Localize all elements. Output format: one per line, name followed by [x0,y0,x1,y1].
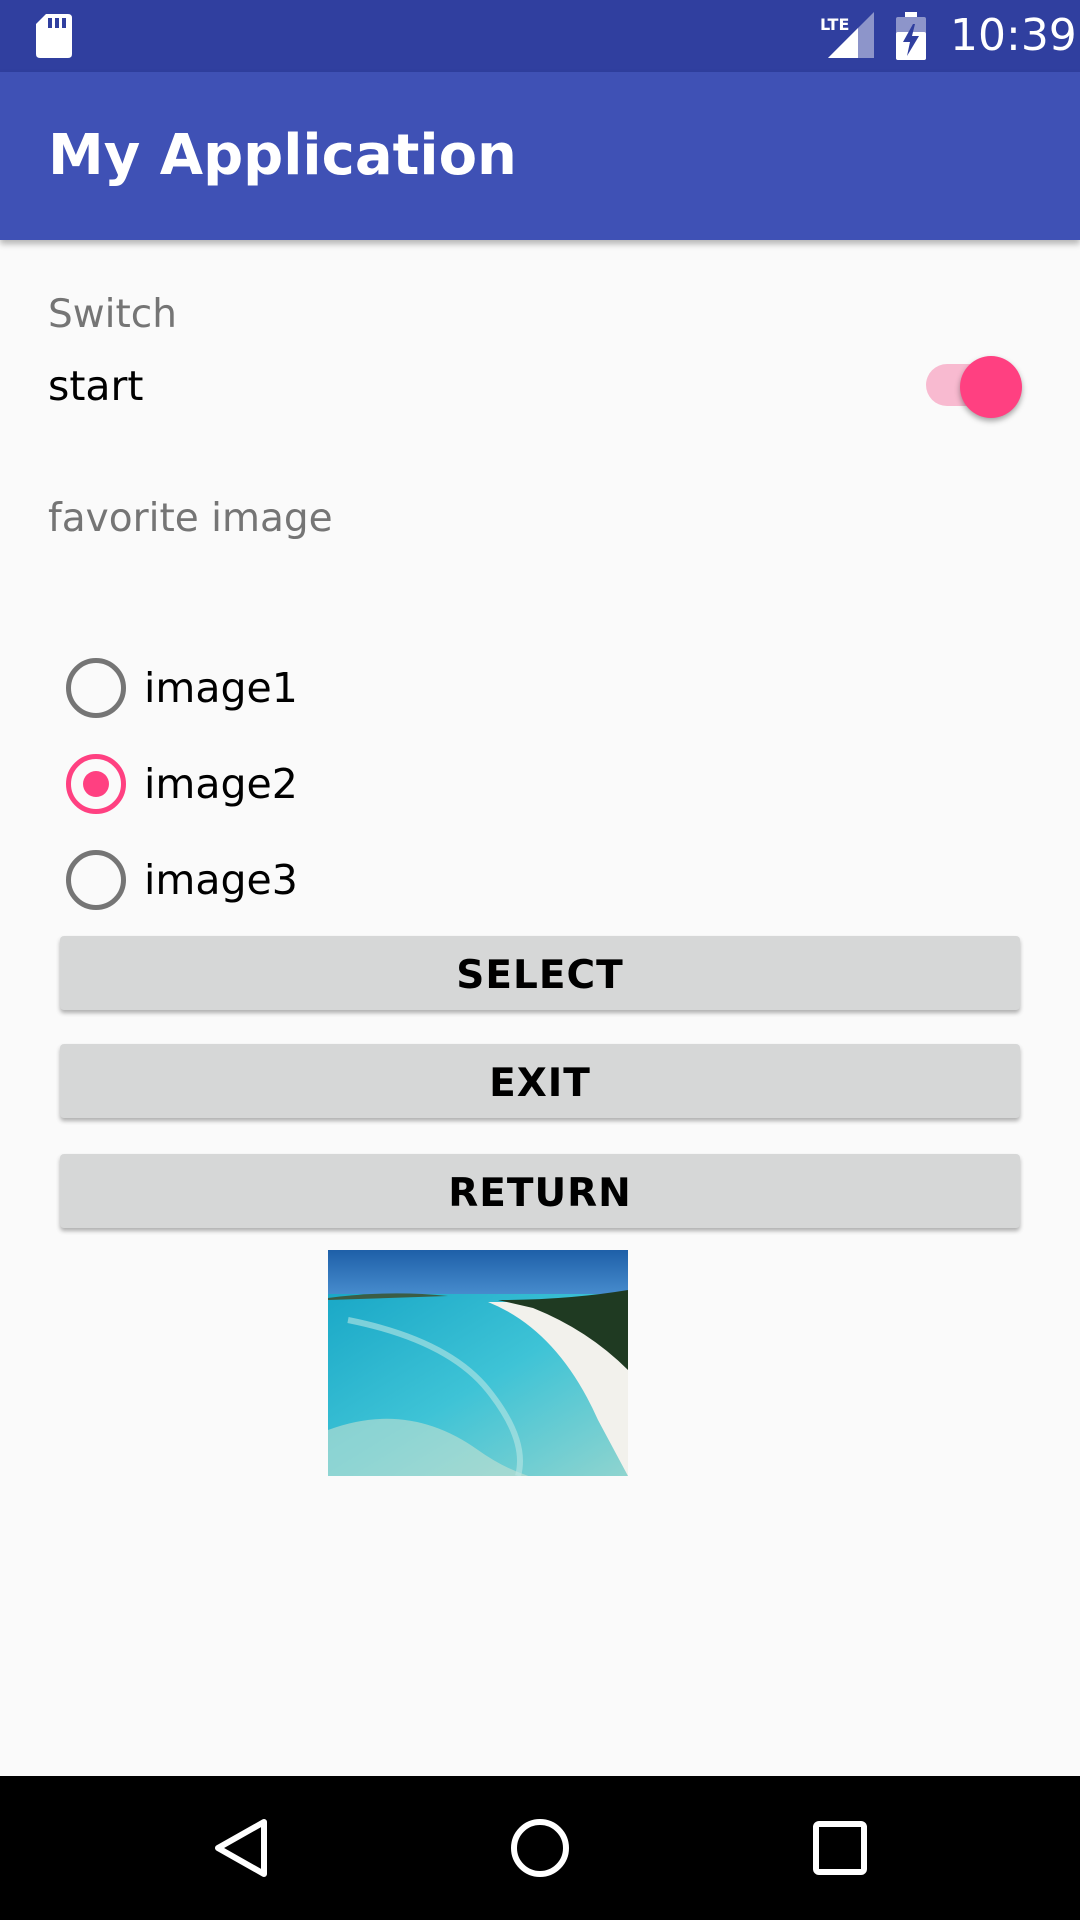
app-title: My Application [48,123,517,188]
radio-option-image1[interactable]: image1 [60,640,1020,736]
radio-selected-dot [83,771,109,797]
switch-thumb[interactable] [960,356,1022,418]
radio-label: image1 [144,664,298,712]
network-label: LTE [820,15,849,34]
exit-button[interactable]: EXIT [60,1044,1020,1118]
start-switch-row[interactable]: start [0,348,1080,428]
recents-icon[interactable] [808,1816,872,1880]
radio-label: image3 [144,856,298,904]
radio-button-selected[interactable] [66,754,126,814]
radio-option-image3[interactable]: image3 [60,832,1020,928]
radio-label: image2 [144,760,298,808]
favorite-image-radio-group: image1 image2 image3 [60,640,1020,928]
app-bar: My Application [0,72,1080,240]
radio-button[interactable] [66,850,126,910]
switch-section-label: Switch [48,292,177,337]
battery-charging-icon [896,12,926,60]
radio-button[interactable] [66,658,126,718]
lte-signal-icon: LTE [820,12,874,58]
favorite-image-label: favorite image [48,496,333,541]
sd-card-icon [36,14,72,58]
return-button[interactable]: RETURN [60,1154,1020,1228]
select-button[interactable]: SELECT [60,936,1020,1010]
beach-photo [328,1250,628,1476]
radio-option-image2[interactable]: image2 [60,736,1020,832]
back-icon[interactable] [210,1816,274,1880]
status-time: 10:39 [950,10,1077,61]
navigation-bar [0,1776,1080,1920]
switch-text: start [48,362,144,410]
home-icon[interactable] [508,1816,572,1880]
status-bar: LTE 10:39 [0,0,1080,72]
